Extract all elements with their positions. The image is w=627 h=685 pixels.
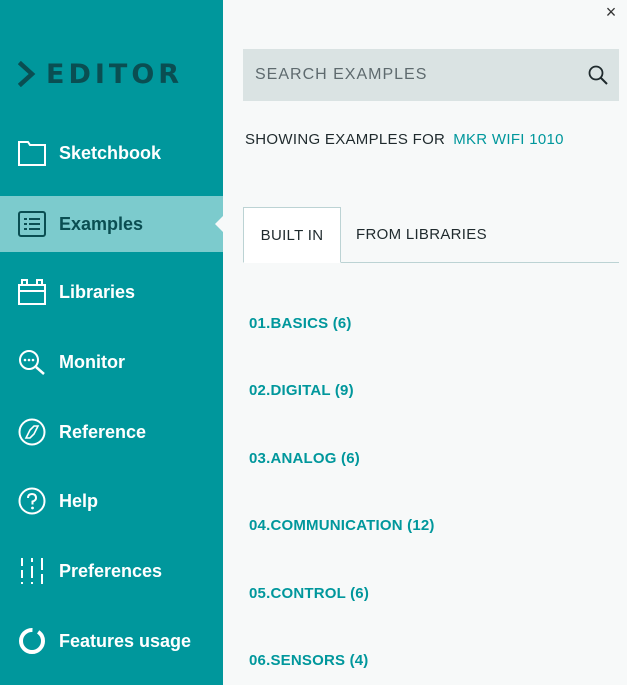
usage-ring-icon: [17, 626, 47, 656]
logo-text: EDITOR: [46, 58, 184, 90]
sliders-icon: [17, 556, 47, 586]
sidebar-item-label: Reference: [59, 421, 147, 442]
sidebar-item-preferences[interactable]: Preferences: [0, 543, 223, 599]
chevron-right-icon: [18, 61, 36, 87]
search-icon[interactable]: [587, 64, 609, 86]
sidebar-item-monitor[interactable]: Monitor: [0, 334, 223, 390]
example-category[interactable]: 06.SENSORS (4): [249, 652, 369, 669]
sidebar-item-label: Preferences: [59, 560, 163, 581]
list-icon: [17, 209, 47, 239]
board-link[interactable]: MKR WIFI 1010: [453, 131, 564, 148]
tab-from-libraries[interactable]: FROM LIBRARIES: [356, 207, 487, 263]
sidebar-item-examples[interactable]: Examples: [0, 196, 223, 252]
sidebar-item-libraries[interactable]: Libraries: [0, 264, 223, 320]
example-category[interactable]: 03.ANALOG (6): [249, 450, 360, 467]
editor-logo: EDITOR: [18, 58, 183, 90]
example-category[interactable]: 02.DIGITAL (9): [249, 382, 354, 399]
tab-built-in[interactable]: BUILT IN: [243, 207, 341, 263]
example-category[interactable]: 05.CONTROL (6): [249, 585, 369, 602]
sidebar-item-label: Help: [59, 490, 99, 511]
library-icon: [17, 277, 47, 307]
sidebar-item-reference[interactable]: Reference: [0, 404, 223, 460]
sidebar-item-help[interactable]: Help: [0, 473, 223, 529]
compass-icon: [17, 417, 47, 447]
sidebar-item-label: Examples: [59, 213, 144, 234]
example-category[interactable]: 01.BASICS (6): [249, 315, 352, 332]
search-input[interactable]: [255, 66, 575, 84]
example-category[interactable]: 04.COMMUNICATION (12): [249, 517, 435, 534]
help-icon: [17, 486, 47, 516]
sidebar-item-label: Sketchbook: [59, 142, 162, 163]
folder-icon: [17, 138, 47, 168]
close-button[interactable]: ×: [601, 2, 621, 22]
sidebar-item-label: Monitor: [59, 351, 125, 372]
sidebar-item-label: Libraries: [59, 281, 136, 302]
search-bar: [243, 49, 619, 101]
examples-tabs: BUILT IN FROM LIBRARIES: [243, 207, 619, 263]
monitor-icon: [17, 347, 47, 377]
showing-label: SHOWING EXAMPLES FOR: [245, 131, 446, 148]
showing-examples-line: SHOWING EXAMPLES FOR MKR WIFI 1010: [245, 131, 564, 148]
sidebar-item-label: Features usage: [59, 630, 192, 651]
sidebar-item-sketchbook[interactable]: Sketchbook: [0, 125, 223, 181]
sidebar-item-features-usage[interactable]: Features usage: [0, 613, 223, 669]
sidebar: EDITOR Sketchbook Examples Libraries Mon…: [0, 0, 223, 685]
